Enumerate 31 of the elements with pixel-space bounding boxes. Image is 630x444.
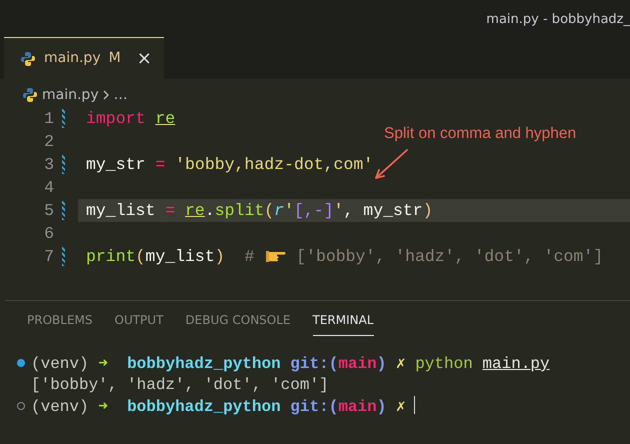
python-icon [22,87,38,103]
line-number: 5 [43,200,55,222]
line-number: 4 [43,177,55,199]
panel-tab[interactable]: PROBLEMS [27,301,92,336]
terminal-command: python main.py [415,355,550,373]
python-icon [20,50,36,66]
code-text: my_str = 'bobby,hadz-dot,com' [86,155,374,174]
line-number: 1 [43,108,55,130]
modified-label: M [108,49,121,68]
line-number: 6 [43,223,55,245]
window-title: main.py - bobbyhadz_ [486,11,630,29]
code-text: import re [86,109,176,128]
editor-tab[interactable]: main.py M × [4,37,164,79]
panel-tab[interactable]: TERMINAL [312,301,374,336]
line-number: 2 [43,131,55,153]
code-text: print(my_list) # [86,247,256,266]
chevron-icon [102,90,110,100]
tab-label: main.py [44,49,101,68]
terminal-output: ['bobby', 'hadz', 'dot', 'com'] [31,376,329,394]
breadcrumb-item[interactable]: main.py [42,84,99,106]
terminal-prompt: (venv) ➜ bobbyhadz_python git:(main) ✗ [31,355,406,373]
close-button[interactable]: × [136,50,152,68]
line-number: 3 [43,154,55,176]
code-text: my_list = re.split(r'[,-]', my_str) [86,201,433,220]
annotation-text: Split on comma and hyphen [384,124,576,144]
panel-tab[interactable]: OUTPUT [114,301,164,336]
breadcrumb-item[interactable]: … [114,84,128,106]
terminal-prompt: (venv) ➜ bobbyhadz_python git:(main) ✗ [31,398,406,416]
panel-tab[interactable]: DEBUG CONSOLE [185,301,291,336]
line-number: 7 [43,246,55,268]
code-text: ['bobby', 'hadz', 'dot', 'com'] [295,247,604,266]
